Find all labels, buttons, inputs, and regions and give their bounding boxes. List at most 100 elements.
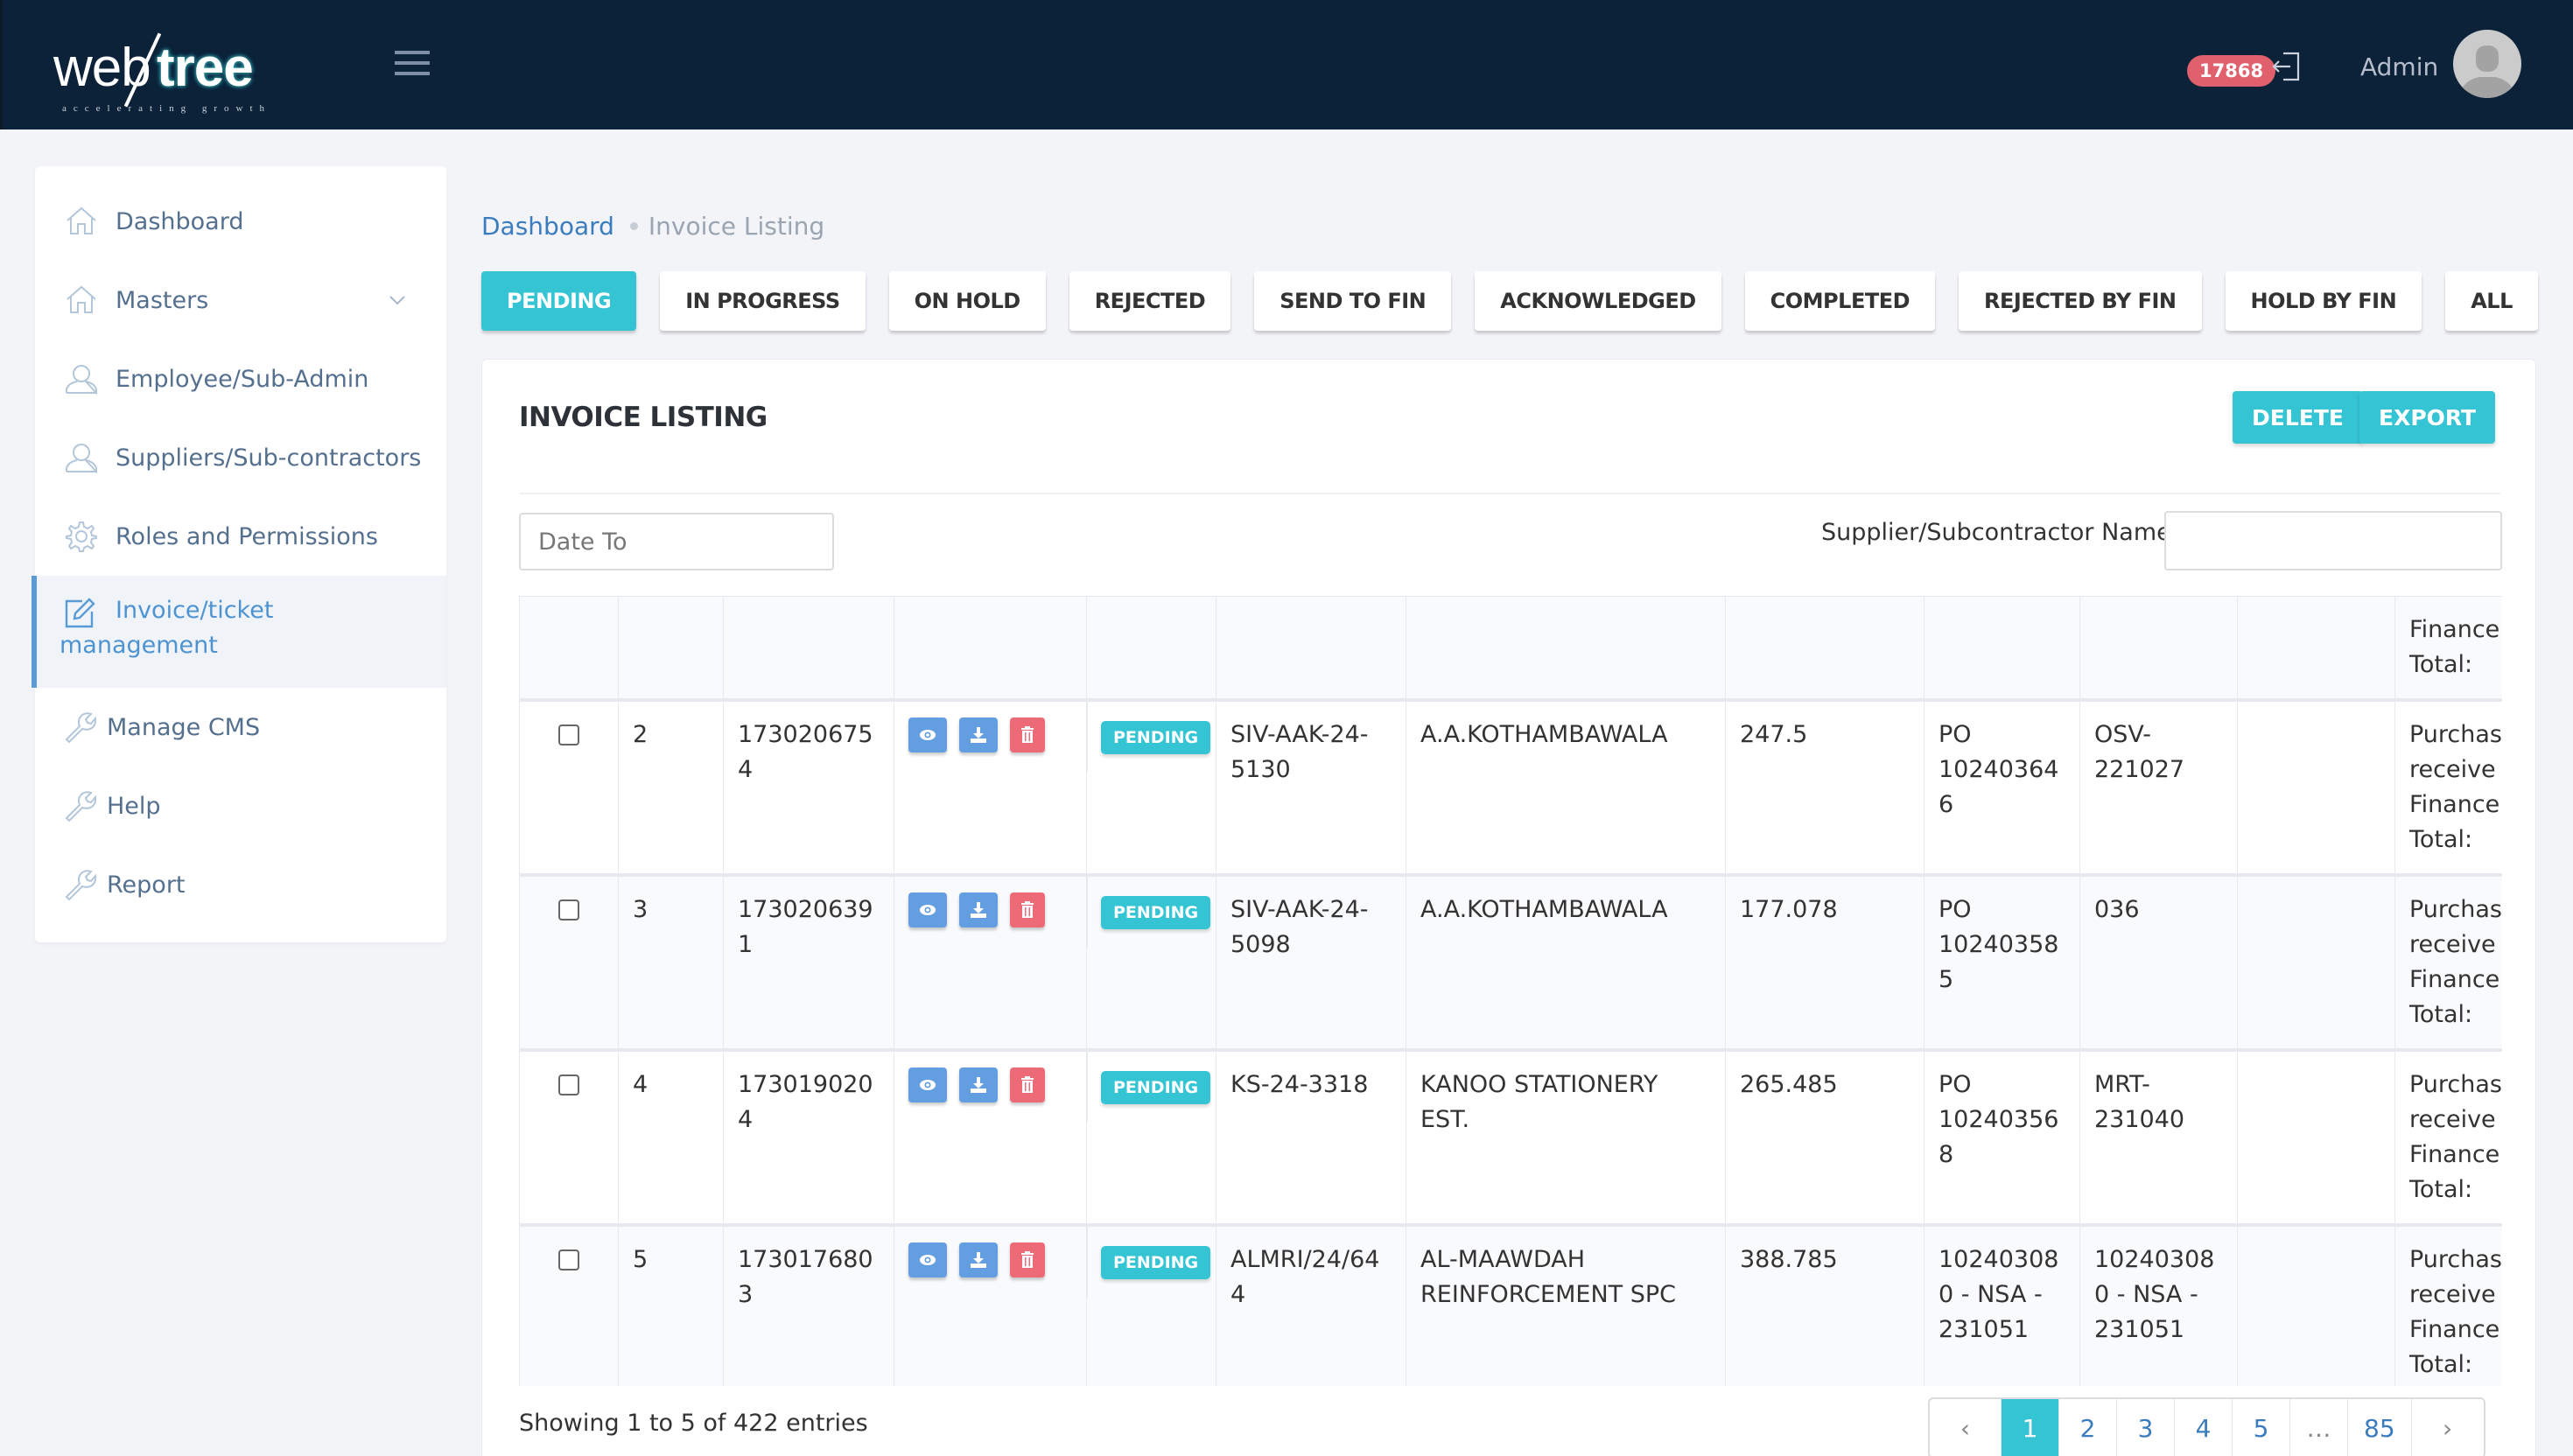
- sidebar-item-label: Report: [107, 871, 186, 899]
- sidebar-item-label: Dashboard: [116, 207, 244, 235]
- user-name[interactable]: Admin: [2360, 52, 2438, 81]
- export-button[interactable]: EXPORT: [2359, 391, 2496, 444]
- invoice-number: SIV-AAK-24-5130: [1216, 698, 1406, 876]
- sidebar-item-employee-sub-admin[interactable]: Employee/Sub-Admin: [35, 340, 446, 418]
- row-select-checkbox[interactable]: [558, 900, 579, 920]
- reference: MRT-231040: [2079, 1048, 2238, 1226]
- amount: 265.485: [1725, 1048, 1924, 1226]
- po-number: PO 102403646: [1924, 698, 2080, 876]
- chevron-down-icon[interactable]: [389, 294, 406, 306]
- tab-hold-by-fin[interactable]: HOLD BY FIN: [2225, 271, 2422, 331]
- download-button[interactable]: [959, 1242, 998, 1278]
- tab-acknowledged[interactable]: ACKNOWLEDGED: [1475, 271, 1721, 331]
- tab-send-to-fin[interactable]: SEND TO FIN: [1254, 271, 1452, 331]
- pagination-next[interactable]: ›: [2412, 1399, 2484, 1456]
- row-select-checkbox[interactable]: [558, 1074, 579, 1096]
- sidebar-item-manage-cms[interactable]: Manage CMS: [35, 688, 446, 766]
- download-icon: [971, 1077, 986, 1093]
- row-select-checkbox[interactable]: [558, 724, 579, 746]
- download-icon: [971, 902, 986, 918]
- wrench-icon: [65, 791, 96, 822]
- supplier-filter-label: Supplier/Subcontractor Name: [1821, 519, 2171, 546]
- logo-text-web: web: [53, 38, 151, 98]
- supplier-name-input[interactable]: [2164, 511, 2502, 570]
- pagination-page-85[interactable]: 85: [2348, 1399, 2412, 1456]
- pagination-prev[interactable]: ‹: [1930, 1399, 2002, 1456]
- sidebar-item-suppliers[interactable]: Suppliers/Sub-contractors: [35, 418, 446, 497]
- eye-icon: [920, 905, 936, 915]
- download-button[interactable]: [959, 1068, 998, 1102]
- extra-cell: [2237, 1223, 2395, 1386]
- tab-completed[interactable]: COMPLETED: [1744, 271, 1936, 331]
- pagination-page-5[interactable]: 5: [2233, 1399, 2290, 1456]
- table-row[interactable]: 4 1730190204 PENDING KS-24-3318 KANOO ST…: [519, 1048, 2502, 1226]
- sidebar-item-masters[interactable]: Masters: [35, 261, 446, 340]
- notes-cell: Purchas receive Finance: Total:: [2394, 1048, 2502, 1226]
- tab-rejected-by-fin[interactable]: REJECTED BY FIN: [1959, 271, 2202, 331]
- sidebar-item-invoice-ticket-management[interactable]: Invoice/ticket management: [32, 576, 446, 688]
- delete-row-button[interactable]: [1010, 718, 1045, 752]
- download-icon: [971, 1252, 986, 1268]
- menu-toggle-icon[interactable]: [395, 51, 430, 77]
- sidebar-item-help[interactable]: Help: [35, 766, 446, 845]
- pagination-page-1[interactable]: 1: [2002, 1399, 2059, 1456]
- table-row[interactable]: 2 1730206754 PENDING SIV-AAK-24-5130 A.A…: [519, 698, 2502, 876]
- invoice-id: 1730206391: [723, 873, 894, 1051]
- po-number: PO 102403585: [1924, 873, 2080, 1051]
- invoice-listing-card: INVOICE LISTING DELETE EXPORT Supplier/S…: [481, 359, 2536, 1456]
- user-avatar[interactable]: [2453, 30, 2521, 98]
- sidebar-item-label: Employee/Sub-Admin: [116, 365, 369, 393]
- invoice-id: 1730190204: [723, 1048, 894, 1226]
- row-select-checkbox[interactable]: [558, 1250, 579, 1270]
- sidebar: Dashboard Masters Employee/Sub-Admin Sup…: [32, 166, 446, 942]
- actions-cell: [894, 873, 1087, 1051]
- actions-cell: [894, 698, 1087, 876]
- tab-all[interactable]: ALL: [2445, 271, 2538, 331]
- table-row[interactable]: 3 1730206391 PENDING SIV-AAK-24-5098 A.A…: [519, 873, 2502, 1051]
- breadcrumb-dashboard-link[interactable]: Dashboard: [481, 212, 614, 241]
- pagination-page-3[interactable]: 3: [2117, 1399, 2175, 1456]
- row-index: 3: [618, 873, 724, 1051]
- sidebar-item-dashboard[interactable]: Dashboard: [35, 182, 446, 261]
- delete-row-button[interactable]: [1010, 1068, 1045, 1102]
- home-icon: [67, 206, 96, 234]
- delete-row-button[interactable]: [1010, 1242, 1045, 1278]
- download-button[interactable]: [959, 892, 998, 928]
- actions-cell: [894, 1223, 1087, 1386]
- tab-on-hold[interactable]: ON HOLD: [888, 271, 1046, 331]
- pagination-ellipsis: …: [2290, 1399, 2348, 1456]
- tab-pending[interactable]: PENDING: [481, 271, 637, 331]
- logout-icon[interactable]: [2271, 51, 2301, 82]
- table-row[interactable]: 5 1730176803 PENDING ALMRI/24/644 AL-MAA…: [519, 1223, 2502, 1386]
- pagination-page-4[interactable]: 4: [2175, 1399, 2233, 1456]
- delete-button[interactable]: DELETE: [2233, 391, 2363, 444]
- breadcrumb-separator: [629, 222, 638, 230]
- sidebar-item-label: Invoice/ticket management: [60, 597, 274, 659]
- date-to-input[interactable]: [519, 513, 834, 570]
- invoice-table-container[interactable]: Finance: Total: 2 1730206754 PENDING SIV-…: [519, 596, 2502, 1386]
- user-icon: [66, 444, 97, 474]
- table-row-partial: Finance: Total:: [519, 596, 2502, 701]
- view-button[interactable]: [908, 718, 947, 752]
- notification-count-badge[interactable]: 17868: [2187, 55, 2276, 87]
- delete-row-button[interactable]: [1010, 892, 1045, 928]
- invoice-id: 1730176803: [723, 1223, 894, 1386]
- view-button[interactable]: [908, 1242, 947, 1278]
- sidebar-item-roles-permissions[interactable]: Roles and Permissions: [35, 497, 446, 576]
- status-badge: PENDING: [1101, 896, 1211, 929]
- invoice-number: SIV-AAK-24-5098: [1216, 873, 1406, 1051]
- notes-cell: Purchas receive Finance: Total:: [2394, 1223, 2502, 1386]
- view-button[interactable]: [908, 892, 947, 928]
- view-button[interactable]: [908, 1068, 947, 1102]
- amount: 388.785: [1725, 1223, 1924, 1386]
- webtree-logo[interactable]: web tree accelerating growth: [53, 28, 272, 116]
- tab-rejected[interactable]: REJECTED: [1069, 271, 1231, 331]
- trash-icon: [1021, 726, 1034, 743]
- sidebar-item-label: Suppliers/Sub-contractors: [116, 444, 422, 472]
- row-index: 4: [618, 1048, 724, 1226]
- download-button[interactable]: [959, 718, 998, 752]
- reference: 036: [2079, 873, 2238, 1051]
- sidebar-item-report[interactable]: Report: [35, 845, 446, 924]
- pagination-page-2[interactable]: 2: [2059, 1399, 2117, 1456]
- tab-in-progress[interactable]: IN PROGRESS: [660, 271, 866, 331]
